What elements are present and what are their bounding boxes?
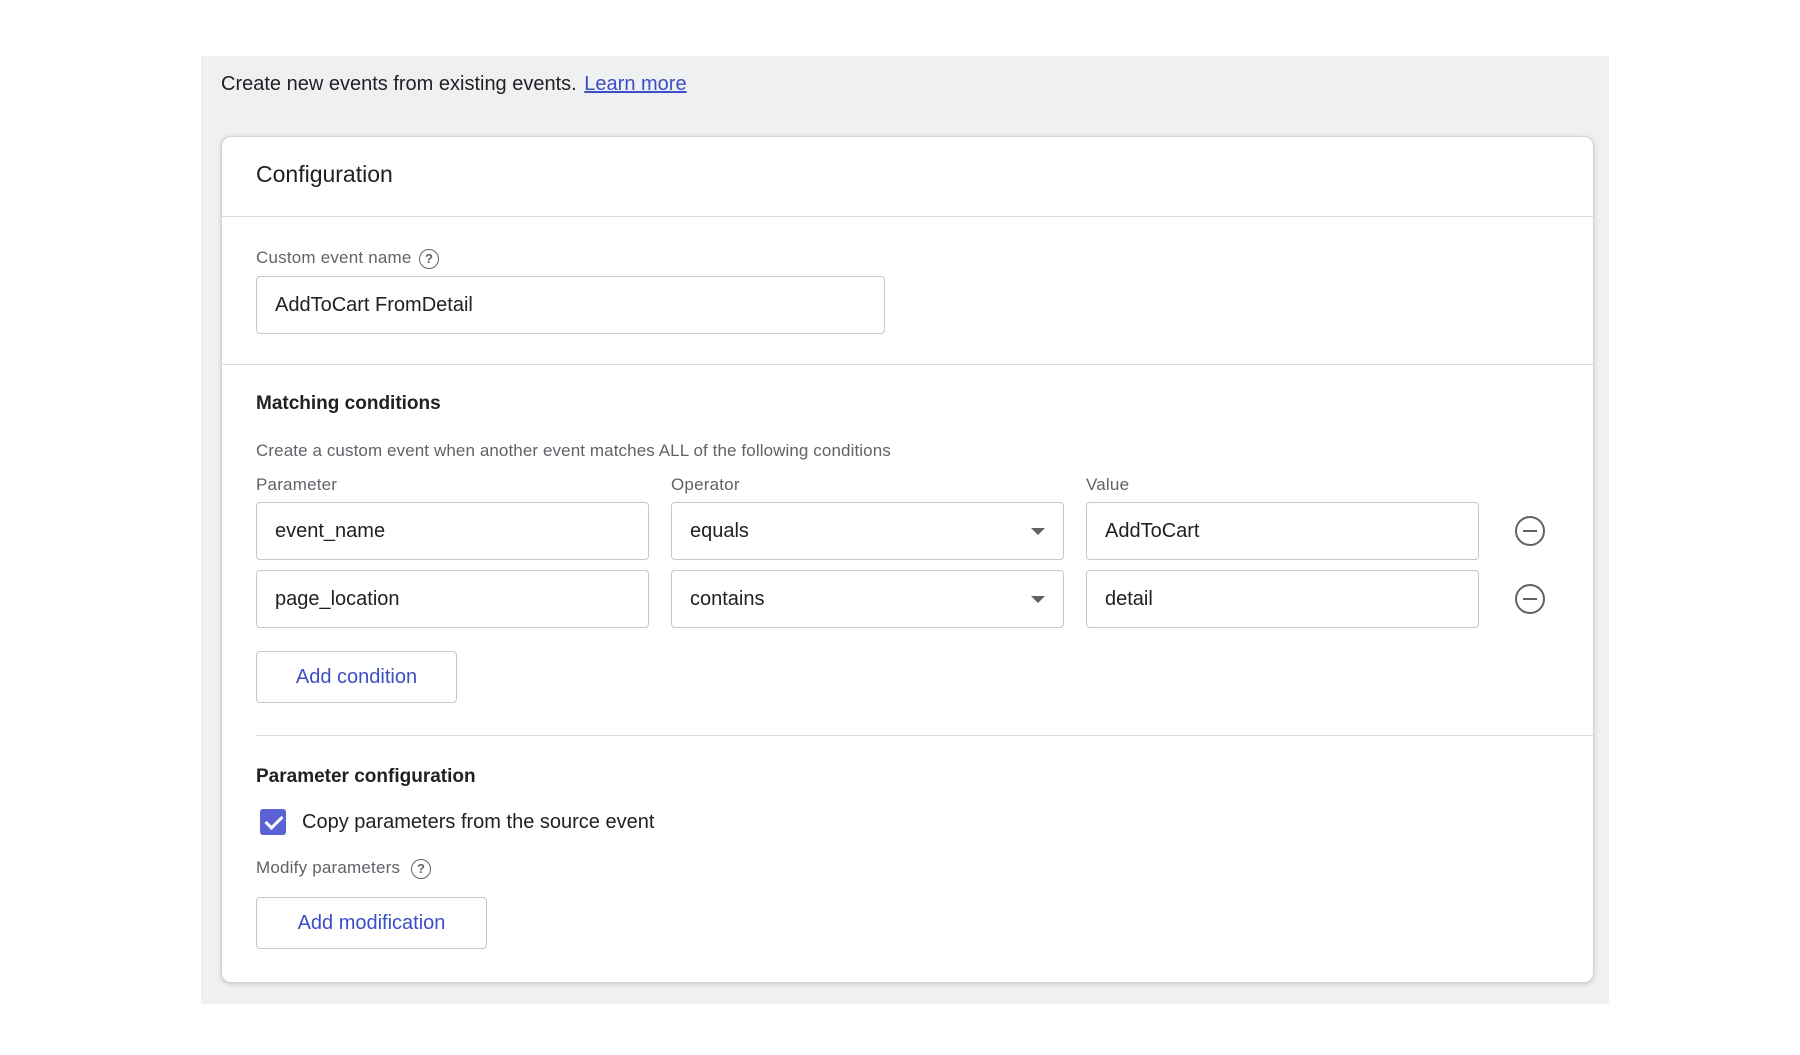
operator-header: Operator (671, 475, 740, 494)
intro-description: Create new events from existing events. (221, 73, 577, 95)
matching-conditions-title: Matching conditions (256, 393, 441, 414)
matching-conditions-description: Create a custom event when another event… (256, 441, 891, 460)
parameter-configuration-title: Parameter configuration (256, 766, 476, 787)
content-panel: Create new events from existing events. … (201, 56, 1609, 1004)
divider (222, 216, 1593, 217)
dropdown-arrow-icon (1031, 528, 1045, 535)
condition-parameter-input[interactable]: page_location (256, 570, 649, 628)
condition-operator-value: equals (690, 520, 749, 542)
custom-event-name-label: Custom event name (256, 248, 412, 267)
dropdown-arrow-icon (1031, 596, 1045, 603)
card-title: Configuration (256, 161, 393, 187)
copy-parameters-checkbox[interactable] (260, 809, 286, 835)
parameter-header: Parameter (256, 475, 338, 494)
copy-parameters-label: Copy parameters from the source event (302, 811, 655, 833)
add-modification-button[interactable]: Add modification (256, 897, 487, 949)
add-condition-button[interactable]: Add condition (256, 651, 457, 703)
custom-event-name-input[interactable]: AddToCart FromDetail (256, 276, 885, 334)
condition-value-input[interactable]: AddToCart (1086, 502, 1479, 560)
divider (222, 364, 1593, 365)
modify-parameters-label: Modify parameters (256, 858, 401, 877)
help-circle-icon[interactable]: ? (411, 859, 431, 879)
value-header: Value (1086, 475, 1130, 494)
condition-parameter-input[interactable]: event_name (256, 502, 649, 560)
divider (256, 735, 1593, 736)
remove-circle-icon[interactable] (1515, 584, 1545, 614)
help-circle-icon[interactable]: ? (419, 249, 439, 269)
condition-operator-select[interactable]: equals (671, 502, 1064, 560)
intro-text: Create new events from existing events. … (221, 71, 687, 97)
remove-circle-icon[interactable] (1515, 516, 1545, 546)
learn-more-link[interactable]: Learn more (584, 73, 686, 95)
condition-operator-select[interactable]: contains (671, 570, 1064, 628)
condition-operator-value: contains (690, 588, 765, 610)
configuration-card: Configuration Custom event name ? AddToC… (221, 136, 1594, 983)
condition-value-input[interactable]: detail (1086, 570, 1479, 628)
